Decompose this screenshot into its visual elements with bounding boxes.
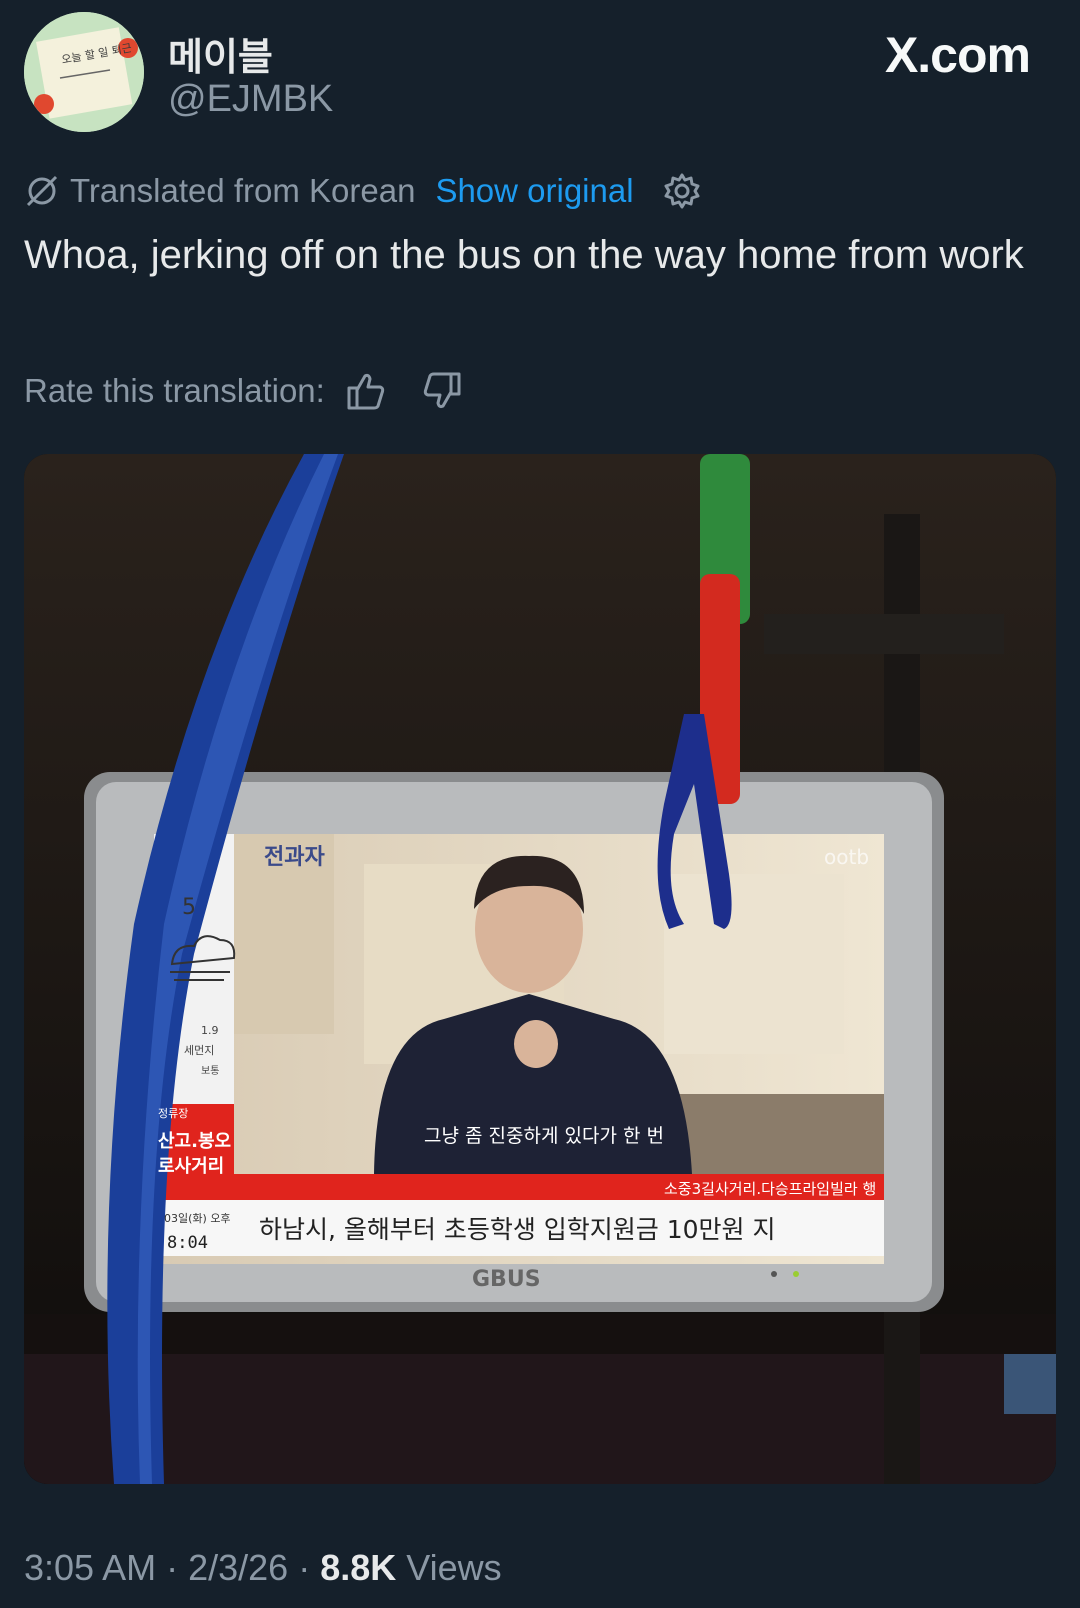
x-logo: X.com [884,27,1031,83]
display-name[interactable]: 메이블 [168,26,273,81]
show-original-link[interactable]: Show original [435,172,633,210]
tv-subtitle: 그냥 좀 진중하게 있다가 한 번 [424,1125,664,1147]
tweet-meta: 3:05 AM · 2/3/26 · 8.8K Views [24,1547,502,1589]
tweet-photo[interactable]: 전과자 ootb 그냥 좀 진중하게 있다가 한 번 소중3길사거리.다승프라임… [24,454,1056,1484]
tweet-time[interactable]: 3:05 AM [24,1547,156,1588]
tv-side-status: 보통 [201,1065,219,1077]
avatar[interactable]: 오늘 할 일 퇴근 [24,12,144,132]
tv-bezel-brand: GBUS [472,1267,541,1292]
rate-label: Rate this translation: [24,372,325,409]
translated-label: Translated from Korean [70,172,416,209]
translate-off-icon [26,175,58,207]
tv-side-dust-label: 세먼지 [184,1044,214,1057]
tv-side-label: 정류장 [158,1107,188,1120]
translation-notice: Translated from Korean Show original [24,168,702,214]
tv-channel-logo: 전과자 [264,845,325,870]
user-handle[interactable]: @EJMBK [168,78,333,121]
tv-watermark: ootb [824,845,869,869]
tv-side-temp: 5 [182,895,196,920]
thumbs-down-icon[interactable] [421,370,463,412]
views-count[interactable]: 8.8K [320,1547,396,1588]
tweet-text: Whoa, jerking off on the bus on the way … [24,233,1024,277]
thumbs-up-icon[interactable] [345,370,387,412]
tv-date: 03일(화) 오후 [164,1211,231,1225]
tv-side-dust-value: 1.9 [201,1024,219,1037]
tv-side-stop-2: 로사거리 [158,1156,224,1177]
rate-translation: Rate this translation: [24,368,463,414]
separator-dot: · [298,1547,321,1588]
tv-ticker: 하남시, 올해부터 초등학생 입학지원금 10만원 지 [259,1215,776,1244]
gear-icon[interactable] [662,171,702,211]
tv-time: 8:04 [167,1233,208,1253]
tv-next-stop: 소중3길사거리.다승프라임빌라 행 [664,1180,876,1198]
tweet-date[interactable]: 2/3/26 [188,1547,288,1588]
separator-dot: · [166,1547,189,1588]
views-label: Views [406,1547,502,1588]
tv-side-stop-1: 산고.봉오 [158,1131,231,1152]
tweet-header: 오늘 할 일 퇴근 메이블 @EJMBK X.com [24,12,1056,132]
